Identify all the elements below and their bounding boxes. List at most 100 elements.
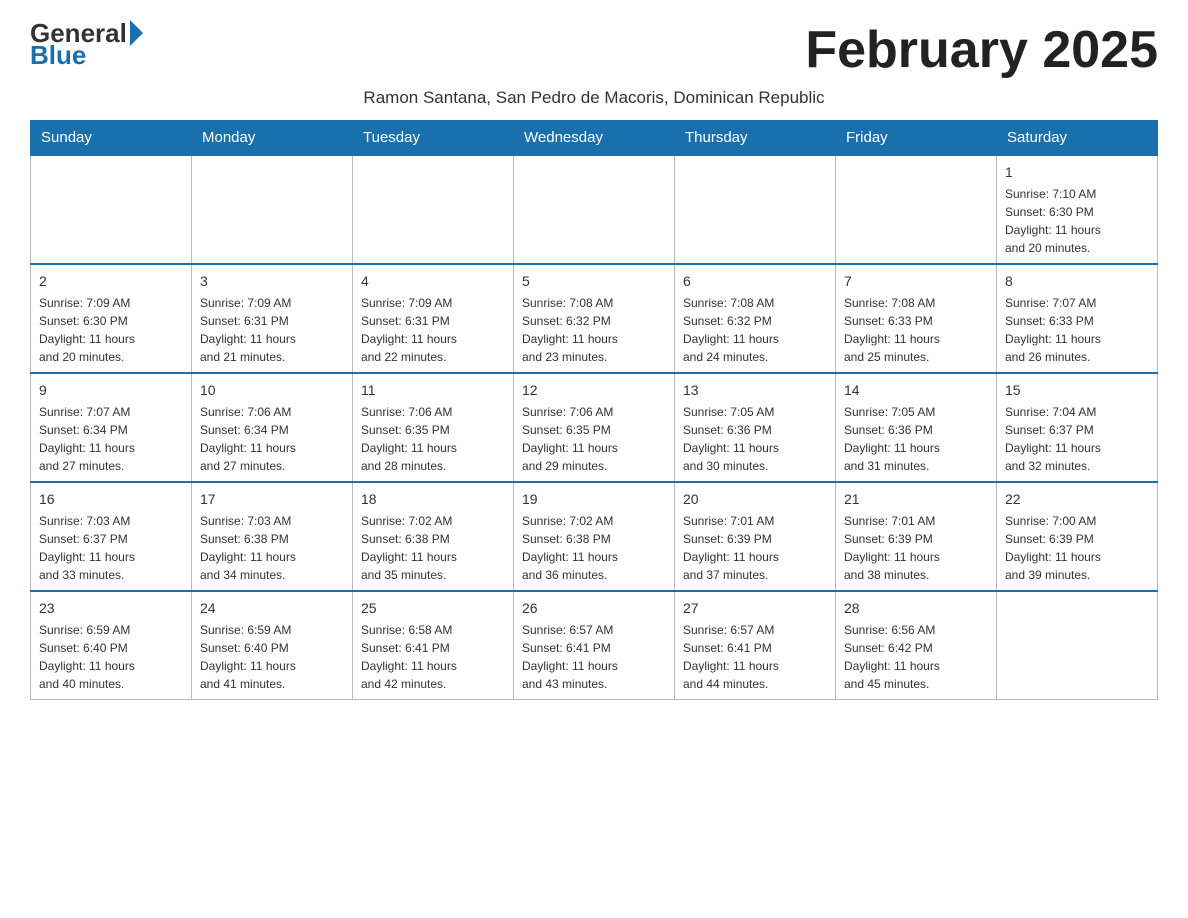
calendar-cell: 21Sunrise: 7:01 AMSunset: 6:39 PMDayligh… xyxy=(836,482,997,591)
logo-blue-text: Blue xyxy=(30,42,143,68)
calendar-cell: 15Sunrise: 7:04 AMSunset: 6:37 PMDayligh… xyxy=(997,373,1158,482)
logo: General Blue xyxy=(30,20,143,68)
calendar-header-row: SundayMondayTuesdayWednesdayThursdayFrid… xyxy=(31,121,1158,156)
day-info: Sunrise: 7:04 AMSunset: 6:37 PMDaylight:… xyxy=(1005,403,1149,475)
calendar-cell: 25Sunrise: 6:58 AMSunset: 6:41 PMDayligh… xyxy=(353,591,514,700)
day-info: Sunrise: 7:01 AMSunset: 6:39 PMDaylight:… xyxy=(844,512,988,584)
calendar-cell: 1Sunrise: 7:10 AMSunset: 6:30 PMDaylight… xyxy=(997,155,1158,264)
day-info: Sunrise: 7:06 AMSunset: 6:35 PMDaylight:… xyxy=(522,403,666,475)
day-number: 16 xyxy=(39,489,183,510)
day-number: 25 xyxy=(361,598,505,619)
calendar-day-header: Monday xyxy=(192,121,353,156)
calendar-cell: 27Sunrise: 6:57 AMSunset: 6:41 PMDayligh… xyxy=(675,591,836,700)
day-number: 22 xyxy=(1005,489,1149,510)
day-number: 27 xyxy=(683,598,827,619)
day-number: 15 xyxy=(1005,380,1149,401)
day-info: Sunrise: 7:08 AMSunset: 6:32 PMDaylight:… xyxy=(683,294,827,366)
calendar-week-row: 16Sunrise: 7:03 AMSunset: 6:37 PMDayligh… xyxy=(31,482,1158,591)
calendar-day-header: Friday xyxy=(836,121,997,156)
day-number: 20 xyxy=(683,489,827,510)
subtitle: Ramon Santana, San Pedro de Macoris, Dom… xyxy=(30,88,1158,108)
calendar-cell: 2Sunrise: 7:09 AMSunset: 6:30 PMDaylight… xyxy=(31,264,192,373)
calendar-day-header: Saturday xyxy=(997,121,1158,156)
day-info: Sunrise: 7:00 AMSunset: 6:39 PMDaylight:… xyxy=(1005,512,1149,584)
day-info: Sunrise: 7:01 AMSunset: 6:39 PMDaylight:… xyxy=(683,512,827,584)
calendar-day-header: Thursday xyxy=(675,121,836,156)
day-info: Sunrise: 7:02 AMSunset: 6:38 PMDaylight:… xyxy=(522,512,666,584)
day-number: 6 xyxy=(683,271,827,292)
calendar-cell xyxy=(997,591,1158,700)
calendar-cell: 19Sunrise: 7:02 AMSunset: 6:38 PMDayligh… xyxy=(514,482,675,591)
day-info: Sunrise: 6:59 AMSunset: 6:40 PMDaylight:… xyxy=(200,621,344,693)
day-number: 1 xyxy=(1005,162,1149,183)
calendar-cell: 13Sunrise: 7:05 AMSunset: 6:36 PMDayligh… xyxy=(675,373,836,482)
day-number: 4 xyxy=(361,271,505,292)
calendar-cell: 9Sunrise: 7:07 AMSunset: 6:34 PMDaylight… xyxy=(31,373,192,482)
day-info: Sunrise: 6:59 AMSunset: 6:40 PMDaylight:… xyxy=(39,621,183,693)
calendar-cell: 20Sunrise: 7:01 AMSunset: 6:39 PMDayligh… xyxy=(675,482,836,591)
calendar-cell: 28Sunrise: 6:56 AMSunset: 6:42 PMDayligh… xyxy=(836,591,997,700)
day-info: Sunrise: 7:07 AMSunset: 6:33 PMDaylight:… xyxy=(1005,294,1149,366)
calendar-cell: 22Sunrise: 7:00 AMSunset: 6:39 PMDayligh… xyxy=(997,482,1158,591)
day-number: 5 xyxy=(522,271,666,292)
day-number: 2 xyxy=(39,271,183,292)
day-number: 3 xyxy=(200,271,344,292)
day-number: 12 xyxy=(522,380,666,401)
calendar-week-row: 2Sunrise: 7:09 AMSunset: 6:30 PMDaylight… xyxy=(31,264,1158,373)
calendar-cell: 7Sunrise: 7:08 AMSunset: 6:33 PMDaylight… xyxy=(836,264,997,373)
calendar-cell: 12Sunrise: 7:06 AMSunset: 6:35 PMDayligh… xyxy=(514,373,675,482)
day-number: 23 xyxy=(39,598,183,619)
day-number: 26 xyxy=(522,598,666,619)
day-info: Sunrise: 7:06 AMSunset: 6:35 PMDaylight:… xyxy=(361,403,505,475)
day-info: Sunrise: 7:07 AMSunset: 6:34 PMDaylight:… xyxy=(39,403,183,475)
day-info: Sunrise: 7:03 AMSunset: 6:38 PMDaylight:… xyxy=(200,512,344,584)
calendar-day-header: Sunday xyxy=(31,121,192,156)
day-number: 10 xyxy=(200,380,344,401)
calendar-cell: 11Sunrise: 7:06 AMSunset: 6:35 PMDayligh… xyxy=(353,373,514,482)
calendar-cell: 4Sunrise: 7:09 AMSunset: 6:31 PMDaylight… xyxy=(353,264,514,373)
day-info: Sunrise: 7:08 AMSunset: 6:33 PMDaylight:… xyxy=(844,294,988,366)
calendar-cell xyxy=(353,155,514,264)
day-number: 18 xyxy=(361,489,505,510)
day-number: 17 xyxy=(200,489,344,510)
day-info: Sunrise: 7:10 AMSunset: 6:30 PMDaylight:… xyxy=(1005,185,1149,257)
day-number: 24 xyxy=(200,598,344,619)
calendar-cell: 10Sunrise: 7:06 AMSunset: 6:34 PMDayligh… xyxy=(192,373,353,482)
calendar-cell: 14Sunrise: 7:05 AMSunset: 6:36 PMDayligh… xyxy=(836,373,997,482)
calendar-cell: 3Sunrise: 7:09 AMSunset: 6:31 PMDaylight… xyxy=(192,264,353,373)
day-number: 13 xyxy=(683,380,827,401)
day-info: Sunrise: 7:05 AMSunset: 6:36 PMDaylight:… xyxy=(683,403,827,475)
day-number: 21 xyxy=(844,489,988,510)
calendar-body: 1Sunrise: 7:10 AMSunset: 6:30 PMDaylight… xyxy=(31,155,1158,700)
calendar-day-header: Tuesday xyxy=(353,121,514,156)
day-number: 19 xyxy=(522,489,666,510)
calendar-cell: 17Sunrise: 7:03 AMSunset: 6:38 PMDayligh… xyxy=(192,482,353,591)
day-number: 14 xyxy=(844,380,988,401)
calendar-week-row: 9Sunrise: 7:07 AMSunset: 6:34 PMDaylight… xyxy=(31,373,1158,482)
day-number: 28 xyxy=(844,598,988,619)
calendar-cell xyxy=(675,155,836,264)
day-number: 7 xyxy=(844,271,988,292)
day-info: Sunrise: 7:05 AMSunset: 6:36 PMDaylight:… xyxy=(844,403,988,475)
calendar-day-header: Wednesday xyxy=(514,121,675,156)
calendar-cell: 26Sunrise: 6:57 AMSunset: 6:41 PMDayligh… xyxy=(514,591,675,700)
day-info: Sunrise: 7:08 AMSunset: 6:32 PMDaylight:… xyxy=(522,294,666,366)
calendar-cell xyxy=(514,155,675,264)
calendar-cell xyxy=(192,155,353,264)
day-info: Sunrise: 7:02 AMSunset: 6:38 PMDaylight:… xyxy=(361,512,505,584)
calendar-cell: 23Sunrise: 6:59 AMSunset: 6:40 PMDayligh… xyxy=(31,591,192,700)
calendar-cell: 8Sunrise: 7:07 AMSunset: 6:33 PMDaylight… xyxy=(997,264,1158,373)
page-header: General Blue February 2025 xyxy=(30,20,1158,80)
day-info: Sunrise: 7:03 AMSunset: 6:37 PMDaylight:… xyxy=(39,512,183,584)
day-info: Sunrise: 7:06 AMSunset: 6:34 PMDaylight:… xyxy=(200,403,344,475)
calendar-cell xyxy=(31,155,192,264)
calendar-cell: 6Sunrise: 7:08 AMSunset: 6:32 PMDaylight… xyxy=(675,264,836,373)
day-info: Sunrise: 7:09 AMSunset: 6:31 PMDaylight:… xyxy=(361,294,505,366)
day-info: Sunrise: 6:57 AMSunset: 6:41 PMDaylight:… xyxy=(522,621,666,693)
day-info: Sunrise: 6:57 AMSunset: 6:41 PMDaylight:… xyxy=(683,621,827,693)
day-number: 9 xyxy=(39,380,183,401)
month-title: February 2025 xyxy=(805,20,1158,80)
calendar-week-row: 23Sunrise: 6:59 AMSunset: 6:40 PMDayligh… xyxy=(31,591,1158,700)
day-info: Sunrise: 7:09 AMSunset: 6:31 PMDaylight:… xyxy=(200,294,344,366)
day-info: Sunrise: 6:56 AMSunset: 6:42 PMDaylight:… xyxy=(844,621,988,693)
